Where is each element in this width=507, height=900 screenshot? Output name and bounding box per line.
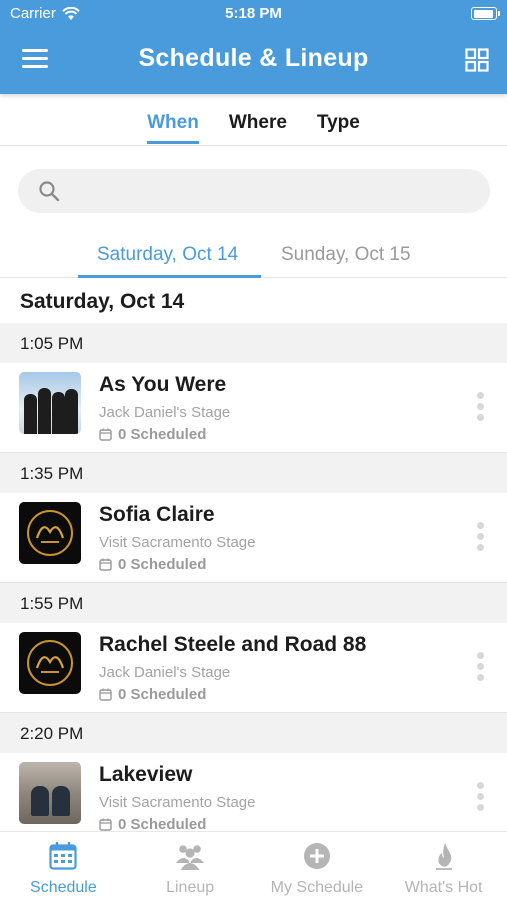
tab-lineup[interactable]: Lineup: [127, 832, 254, 900]
schedule-list: 1:05 PM As You Were Jack Daniel's Stage …: [0, 323, 507, 843]
more-options-icon[interactable]: [477, 392, 487, 424]
tab-sunday[interactable]: Sunday, Oct 15: [281, 244, 411, 266]
date-heading: Saturday, Oct 14: [20, 290, 185, 313]
time-slot-header: 1:35 PM: [0, 453, 507, 493]
schedule-item[interactable]: As You Were Jack Daniel's Stage 0 Schedu…: [0, 363, 507, 453]
artist-name: Sofia Claire: [99, 503, 215, 526]
artist-thumbnail: [19, 372, 81, 434]
artist-name: As You Were: [99, 373, 227, 396]
flame-icon: [435, 843, 452, 870]
tab-when[interactable]: When: [147, 94, 199, 146]
more-options-icon[interactable]: [477, 652, 487, 684]
stage-name: Visit Sacramento Stage: [99, 794, 256, 811]
more-options-icon[interactable]: [477, 522, 487, 554]
tab-label: What's Hot: [404, 879, 483, 896]
tab-my-schedule[interactable]: My Schedule: [254, 832, 381, 900]
scheduled-label: 0 Scheduled: [118, 556, 207, 573]
scheduled-label: 0 Scheduled: [118, 686, 207, 703]
status-bar: Carrier 5:18 PM: [0, 0, 507, 28]
search-icon: [39, 181, 60, 202]
bottom-tab-bar: Schedule Lineup My Schedule What's Hot: [0, 831, 507, 900]
more-options-icon[interactable]: [477, 782, 487, 814]
search-input[interactable]: [74, 169, 474, 213]
add-circle-icon: [303, 843, 330, 869]
tab-label: Schedule: [30, 879, 97, 896]
search-bar: [18, 169, 490, 213]
stage-name: Visit Sacramento Stage: [99, 534, 256, 551]
people-icon: [176, 845, 205, 870]
filter-tabs: When Where Type: [0, 94, 507, 146]
scheduled-count: 0 Scheduled: [99, 686, 206, 703]
status-time: 5:18 PM: [225, 5, 282, 22]
scheduled-count: 0 Scheduled: [99, 556, 206, 573]
calendar-small-icon: [99, 818, 112, 831]
grid-view-icon[interactable]: [465, 48, 489, 72]
artist-name: Lakeview: [99, 763, 193, 786]
artist-thumbnail: [19, 632, 81, 694]
festival-logo-icon: [27, 510, 73, 556]
app-header: Carrier 5:18 PM Schedule & Lineup: [0, 0, 507, 94]
tab-whats-hot[interactable]: What's Hot: [380, 832, 507, 900]
battery-icon: [471, 7, 500, 20]
stage-name: Jack Daniel's Stage: [99, 404, 231, 421]
time-slot-header: 1:05 PM: [0, 323, 507, 363]
day-tabs: Saturday, Oct 14 Sunday, Oct 15: [0, 232, 507, 278]
artist-name: Rachel Steele and Road 88: [99, 633, 367, 656]
calendar-small-icon: [99, 558, 112, 571]
tab-label: Lineup: [166, 879, 215, 896]
time-slot-header: 1:55 PM: [0, 583, 507, 623]
artist-thumbnail: [19, 762, 81, 824]
schedule-item[interactable]: Rachel Steele and Road 88 Jack Daniel's …: [0, 623, 507, 713]
festival-logo-icon: [27, 640, 73, 686]
stage-name: Jack Daniel's Stage: [99, 664, 231, 681]
scheduled-label: 0 Scheduled: [118, 426, 207, 443]
schedule-item[interactable]: Lakeview Visit Sacramento Stage 0 Schedu…: [0, 753, 507, 843]
page-title: Schedule & Lineup: [138, 44, 369, 72]
calendar-small-icon: [99, 688, 112, 701]
scheduled-count: 0 Scheduled: [99, 426, 206, 443]
calendar-small-icon: [99, 428, 112, 441]
tab-type[interactable]: Type: [317, 94, 360, 146]
artist-thumbnail: [19, 502, 81, 564]
time-slot-header: 2:20 PM: [0, 713, 507, 753]
calendar-icon: [49, 842, 77, 870]
tab-label: My Schedule: [270, 879, 364, 896]
tab-where[interactable]: Where: [229, 94, 287, 146]
active-day-indicator: [78, 275, 261, 278]
schedule-item[interactable]: Sofia Claire Visit Sacramento Stage 0 Sc…: [0, 493, 507, 583]
tab-saturday[interactable]: Saturday, Oct 14: [97, 244, 238, 266]
tab-schedule[interactable]: Schedule: [0, 832, 127, 900]
